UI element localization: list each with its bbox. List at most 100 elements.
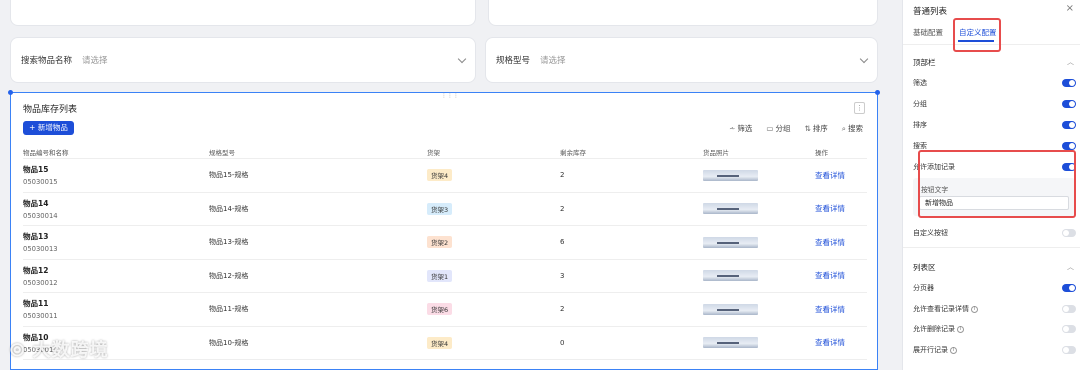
table-row[interactable]: 物品11 05030011 物品11-规格 货架6 2 查看详情 xyxy=(23,293,867,327)
scrollbar[interactable] xyxy=(890,0,896,370)
column-header: 货品照片 xyxy=(703,148,729,157)
item-name: 物品15 xyxy=(23,165,49,175)
view-detail-link[interactable]: 查看详情 xyxy=(815,171,845,180)
item-code: 05030011 xyxy=(23,312,58,321)
chevron-up-icon[interactable]: ︿ xyxy=(1067,57,1074,67)
toggle-pager[interactable] xyxy=(1062,284,1076,292)
toggle-delete[interactable] xyxy=(1062,325,1076,333)
toolbar-sort[interactable]: ⇅ 排序 xyxy=(805,123,828,134)
toggle-filter[interactable] xyxy=(1062,79,1076,87)
item-photo[interactable] xyxy=(703,236,758,248)
shelf-tag: 货架6 xyxy=(427,303,453,316)
table-row[interactable]: 物品14 05030014 物品14-规格 货架3 2 查看详情 xyxy=(23,193,867,226)
photo-cell xyxy=(703,337,815,349)
chevron-down-icon[interactable] xyxy=(859,54,869,63)
tab-basic[interactable]: 基础配置 xyxy=(913,27,943,38)
item-spec: 物品11-规格 xyxy=(209,305,249,314)
stock-value: 3 xyxy=(560,271,565,280)
info-icon[interactable]: i xyxy=(950,346,957,354)
shelf-tag: 货架4 xyxy=(427,169,453,182)
item-photo[interactable] xyxy=(703,270,758,282)
table-header: 物品编号和名称 规格型号 货架 剩余库存 货品照片 操作 xyxy=(23,145,867,159)
setting-group: 分组 xyxy=(913,100,927,108)
shelf-cell: 货架1 xyxy=(427,269,560,282)
more-icon[interactable]: ⋮ xyxy=(854,102,865,114)
photo-cell xyxy=(703,270,815,282)
item-name: 物品11 xyxy=(23,299,49,309)
stock-value: 2 xyxy=(560,171,565,180)
table-row[interactable]: 物品12 05030012 物品12-规格 货架1 3 查看详情 xyxy=(23,260,867,293)
table-row[interactable]: 物品13 05030013 物品13-规格 货架2 6 查看详情 xyxy=(23,226,867,260)
toggle-group[interactable] xyxy=(1062,100,1076,108)
shelf-cell: 货架4 xyxy=(427,169,560,182)
item-code: 05030014 xyxy=(23,211,58,220)
setting-expand-row: 展开行记录 i xyxy=(913,345,957,355)
info-icon[interactable]: i xyxy=(957,325,964,333)
search-icon: ⌕ xyxy=(841,124,846,133)
table-row[interactable]: 物品10 05030010 物品10-规格 货架4 0 查看详情 xyxy=(23,327,867,360)
item-spec: 物品12-规格 xyxy=(209,271,249,280)
view-detail-link[interactable]: 查看详情 xyxy=(815,238,845,247)
column-header: 物品编号和名称 xyxy=(23,148,69,157)
item-spec: 物品10-规格 xyxy=(209,338,249,347)
item-code: 05030012 xyxy=(23,278,58,287)
stock-value: 2 xyxy=(560,305,565,314)
highlight-box xyxy=(918,150,1076,218)
watermark-logo: ⦾ 大数跨境 xyxy=(10,340,109,361)
setting-custom-button: 自定义按钮 xyxy=(913,229,948,237)
toggle-view-detail[interactable] xyxy=(1062,305,1076,313)
chevron-up-icon[interactable]: ︿ xyxy=(1067,262,1074,272)
list-title: 物品库存列表 xyxy=(23,105,78,115)
resize-handle[interactable] xyxy=(875,90,880,95)
setting-pager: 分页器 xyxy=(913,284,934,292)
item-spec: 物品15-规格 xyxy=(209,171,249,180)
item-name: 物品13 xyxy=(23,232,49,242)
setting-view-detail: 允许查看记录详情 i xyxy=(913,304,978,314)
item-photo[interactable] xyxy=(703,303,758,315)
toolbar-search[interactable]: ⌕ 搜索 xyxy=(842,123,863,134)
view-detail-link[interactable]: 查看详情 xyxy=(815,338,845,347)
toggle-expand-row[interactable] xyxy=(1062,346,1076,354)
shelf-tag: 货架3 xyxy=(427,202,453,215)
section-top-bar: 顶部栏 xyxy=(913,58,936,67)
main-canvas: 搜索物品名称 请选择 规格型号 请选择 ⋮⋮⋮ 物品库存列表 ⋮ + 新增物品 … xyxy=(0,0,900,370)
setting-sort: 排序 xyxy=(913,121,927,129)
toolbar-group[interactable]: ▭ 分组 xyxy=(766,123,790,134)
drag-handle-icon[interactable]: ⋮⋮⋮ xyxy=(441,92,459,99)
shelf-cell: 货架3 xyxy=(427,202,560,215)
chevron-down-icon[interactable] xyxy=(457,54,467,63)
shelf-tag: 货架1 xyxy=(427,269,453,282)
item-photo[interactable] xyxy=(703,169,758,181)
item-code: 05030015 xyxy=(23,178,58,187)
filter-placeholder: 请选择 xyxy=(82,56,108,66)
photo-cell xyxy=(703,203,815,215)
list-component[interactable]: ⋮⋮⋮ 物品库存列表 ⋮ + 新增物品 ⩪ 筛选 ▭ 分组 ⇅ 排序 ⌕ 搜索 物品编号… xyxy=(8,90,880,370)
info-icon[interactable]: i xyxy=(971,305,978,313)
view-detail-link[interactable]: 查看详情 xyxy=(815,305,845,314)
stock-value: 6 xyxy=(560,238,565,247)
toolbar-filter[interactable]: ⩪ 筛选 xyxy=(729,123,752,134)
column-header: 剩余库存 xyxy=(560,148,586,157)
view-detail-link[interactable]: 查看详情 xyxy=(815,204,845,213)
column-header: 规格型号 xyxy=(209,148,235,157)
item-cell: 物品13 05030013 xyxy=(23,231,209,253)
group-icon: ▭ xyxy=(766,124,774,133)
action-cell: 查看详情 xyxy=(815,203,867,214)
item-cell: 物品11 05030011 xyxy=(23,298,209,320)
item-photo[interactable] xyxy=(703,203,758,215)
add-item-button[interactable]: + 新增物品 xyxy=(23,121,74,135)
filter-item-name[interactable]: 搜索物品名称 请选择 xyxy=(10,37,476,83)
toggle-search[interactable] xyxy=(1062,142,1076,150)
filter-spec[interactable]: 规格型号 请选择 xyxy=(485,37,878,83)
item-photo[interactable] xyxy=(703,337,758,349)
table-row[interactable]: 物品15 05030015 物品15-规格 货架4 2 查看详情 xyxy=(23,159,867,193)
stock-value: 0 xyxy=(560,338,565,347)
resize-handle[interactable] xyxy=(8,90,13,95)
action-cell: 查看详情 xyxy=(815,304,867,315)
view-detail-link[interactable]: 查看详情 xyxy=(815,271,845,280)
toggle-sort[interactable] xyxy=(1062,121,1076,129)
photo-cell xyxy=(703,236,815,248)
close-icon[interactable]: × xyxy=(1066,3,1074,14)
item-cell: 物品15 05030015 xyxy=(23,164,209,186)
toggle-custom-button[interactable] xyxy=(1062,229,1076,237)
